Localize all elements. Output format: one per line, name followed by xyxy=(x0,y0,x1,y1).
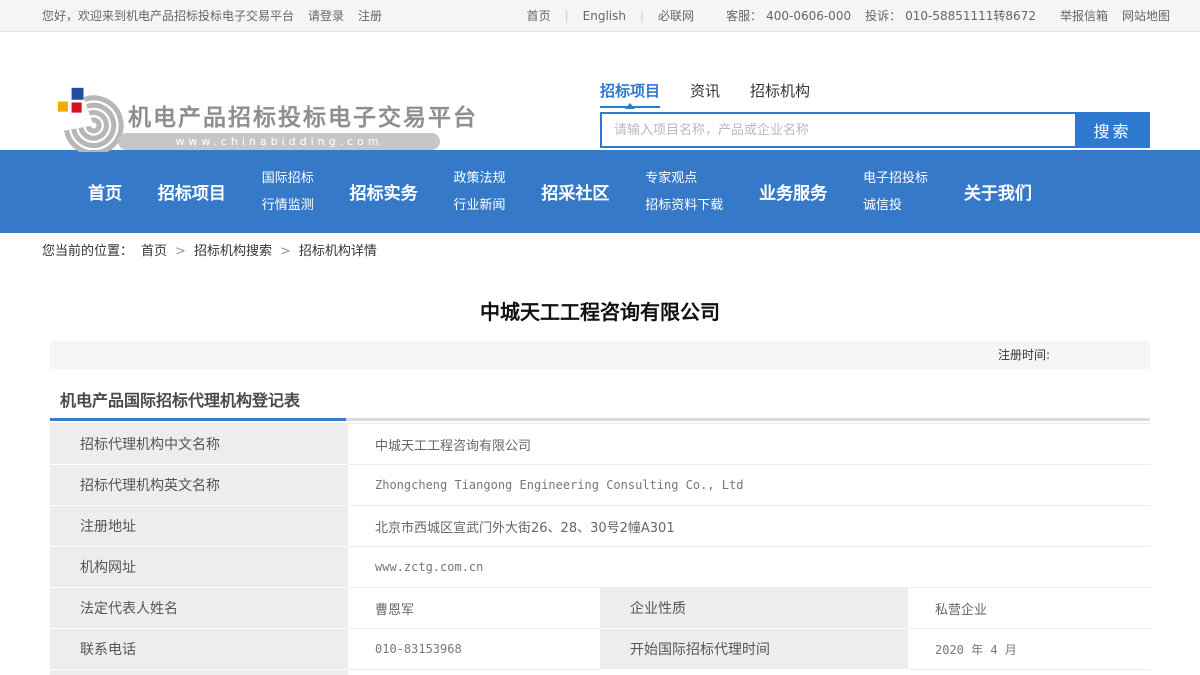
nav-community[interactable]: 招采社区 xyxy=(541,179,609,204)
row-value: 中城天工工程咨询有限公司 xyxy=(350,424,1150,464)
breadcrumb-home[interactable]: 首页 xyxy=(141,233,167,271)
breadcrumb-agency-search[interactable]: 招标机构搜索 xyxy=(194,233,272,271)
welcome-text: 您好，欢迎来到机电产品招标投标电子交易平台 xyxy=(42,7,294,24)
nav-expert-downloads[interactable]: 专家观点 招标资料下载 xyxy=(645,165,723,219)
row-label: 招标代理机构中文名称 xyxy=(50,424,350,465)
breadcrumb: 您当前的位置： 首页 > 招标机构搜索 > 招标机构详情 xyxy=(0,233,1200,271)
english-link[interactable]: English xyxy=(583,9,626,23)
register-time-bar: 注册时间: xyxy=(50,341,1150,369)
logo-blue-square xyxy=(72,88,84,100)
section-underline xyxy=(50,418,1150,421)
complaint-phone: 010-58851111转8672 xyxy=(905,7,1036,24)
search-area: 招标项目 资讯 招标机构 搜索 xyxy=(600,80,1150,148)
row-label: 开始国际招标代理时间 xyxy=(600,629,910,670)
breadcrumb-prefix: 您当前的位置： xyxy=(42,233,133,271)
row-value: Zhongcheng Tiangong Engineering Consulti… xyxy=(350,465,1150,505)
nav-bid-practice[interactable]: 招标实务 xyxy=(350,179,418,204)
nav-home[interactable]: 首页 xyxy=(88,179,122,204)
agency-detail-table: 招标代理机构中文名称 中城天工工程咨询有限公司 招标代理机构英文名称 Zhong… xyxy=(50,423,1150,675)
register-time-label: 注册时间: xyxy=(998,348,1050,362)
row-label: 联系电话 xyxy=(50,629,350,670)
register-link[interactable]: 注册 xyxy=(358,7,382,24)
row-value: 私营企业 xyxy=(910,588,1150,628)
site-header: 机电产品招标投标电子交易平台 www.chinabidding.com 招标项目… xyxy=(0,32,1200,150)
nav-ebidding[interactable]: 电子招投标 诚信投 xyxy=(863,165,928,219)
row-label: 机构网址 xyxy=(50,547,350,588)
breadcrumb-current: 招标机构详情 xyxy=(299,233,377,271)
service-phone: 400-0606-000 xyxy=(766,9,851,23)
nav-business-services[interactable]: 业务服务 xyxy=(759,179,827,204)
site-title: 机电产品招标投标电子交易平台 xyxy=(128,98,478,132)
complaint-label: 投诉： xyxy=(865,7,901,24)
nav-expert-views-line1[interactable]: 专家观点 xyxy=(645,165,723,192)
row-label: 法定代表人姓名 xyxy=(50,588,350,629)
main-content: 中城天工工程咨询有限公司 注册时间: 机电产品国际招标代理机构登记表 招标代理机… xyxy=(50,297,1150,675)
topbar-home-link[interactable]: 首页 xyxy=(527,7,551,24)
search-tabs: 招标项目 资讯 招标机构 xyxy=(600,80,1150,108)
search-button[interactable]: 搜索 xyxy=(1075,112,1150,148)
row-label: 招标代理机构英文名称 xyxy=(50,465,350,506)
table-row: 招标代理机构中文名称 中城天工工程咨询有限公司 xyxy=(50,424,1150,465)
report-mailbox-link[interactable]: 举报信箱 xyxy=(1060,7,1108,24)
logo-yellow-square xyxy=(58,102,68,112)
row-value: 2020 年 4 月 xyxy=(910,629,1150,669)
row-label: 注册地址 xyxy=(50,506,350,547)
row-value: 曹恩军 xyxy=(350,588,600,628)
bilian-link[interactable]: 必联网 xyxy=(658,7,694,24)
section-underline-accent xyxy=(50,418,346,421)
logo-arcs-icon xyxy=(52,86,126,152)
breadcrumb-separator: > xyxy=(280,233,291,271)
table-row: 机构网址 www.zctg.com.cn xyxy=(50,547,1150,588)
section-title: 机电产品国际招标代理机构登记表 xyxy=(50,387,1150,409)
search-tab-news[interactable]: 资讯 xyxy=(690,80,720,108)
row-value: www.zctg.com.cn xyxy=(350,547,1150,587)
topbar: 您好，欢迎来到机电产品招标投标电子交易平台 请登录 注册 首页 | Englis… xyxy=(0,0,1200,32)
site-url-banner: www.chinabidding.com xyxy=(118,133,440,150)
active-tab-caret-icon xyxy=(625,103,635,109)
table-row: 注册地址 北京市西城区宣武门外大街26、28、30号2幢A301 xyxy=(50,506,1150,547)
page-title: 中城天工工程咨询有限公司 xyxy=(50,297,1150,327)
breadcrumb-separator: > xyxy=(175,233,186,271)
nav-market-monitor-line2[interactable]: 行情监测 xyxy=(262,192,314,219)
row-label: 企业性质 xyxy=(600,588,910,629)
nav-intl-bidding[interactable]: 国际招标 行情监测 xyxy=(262,165,314,219)
login-link[interactable]: 请登录 xyxy=(308,7,344,24)
table-row-partial xyxy=(50,670,1150,675)
divider: | xyxy=(640,9,644,23)
divider: | xyxy=(565,9,569,23)
nav-bid-projects[interactable]: 招标项目 xyxy=(158,179,226,204)
logo-red-square xyxy=(72,103,82,113)
nav-policy-news[interactable]: 政策法规 行业新闻 xyxy=(454,165,506,219)
nav-bid-downloads-line2[interactable]: 招标资料下载 xyxy=(645,192,723,219)
table-row: 招标代理机构英文名称 Zhongcheng Tiangong Engineeri… xyxy=(50,465,1150,506)
nav-integrity-line2[interactable]: 诚信投 xyxy=(863,192,928,219)
nav-about-us[interactable]: 关于我们 xyxy=(964,179,1032,204)
row-value xyxy=(350,670,1150,675)
nav-policy-line1[interactable]: 政策法规 xyxy=(454,165,506,192)
search-input[interactable] xyxy=(600,112,1075,148)
main-nav: 首页 招标项目 国际招标 行情监测 招标实务 政策法规 行业新闻 招采社区 专家… xyxy=(0,150,1200,233)
sitemap-link[interactable]: 网站地图 xyxy=(1122,7,1170,24)
service-label: 客服： xyxy=(726,7,762,24)
search-tab-agencies[interactable]: 招标机构 xyxy=(750,80,810,108)
row-label xyxy=(50,670,350,675)
row-value: 北京市西城区宣武门外大街26、28、30号2幢A301 xyxy=(350,506,1150,546)
table-row: 法定代表人姓名 曹恩军 企业性质 私营企业 xyxy=(50,588,1150,629)
site-logo[interactable]: 机电产品招标投标电子交易平台 www.chinabidding.com xyxy=(52,86,452,150)
nav-ebidding-line1[interactable]: 电子招投标 xyxy=(863,165,928,192)
table-row: 联系电话 010-83153968 开始国际招标代理时间 2020 年 4 月 xyxy=(50,629,1150,670)
row-value: 010-83153968 xyxy=(350,629,600,669)
nav-industry-news-line2[interactable]: 行业新闻 xyxy=(454,192,506,219)
nav-intl-bidding-line1[interactable]: 国际招标 xyxy=(262,165,314,192)
